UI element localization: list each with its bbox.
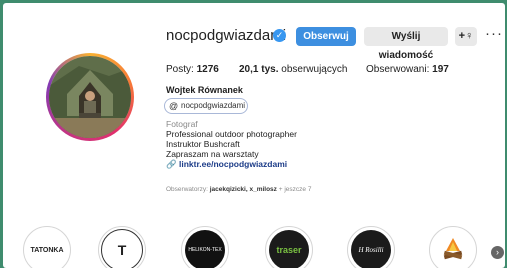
highlight-helikon-tex[interactable]: HELIKON-TEX	[181, 226, 229, 268]
bio-link[interactable]: 🔗 linktr.ee/nocpodgwiazdami	[166, 159, 287, 170]
username: nocpodgwiazdami	[166, 27, 287, 44]
link-icon: 🔗	[166, 159, 177, 169]
threads-icon: @	[169, 101, 179, 111]
bio-line: Instruktor Bushcraft	[166, 139, 240, 149]
profile-category: Fotograf	[166, 119, 198, 129]
profile-full-name: Wojtek Równanek	[166, 85, 243, 95]
profile-avatar-ring[interactable]	[46, 53, 134, 141]
highlight-tatonka[interactable]: TATONKA	[23, 226, 71, 268]
threads-badge[interactable]: @ nocpodgwiazdami	[164, 98, 248, 114]
bio-line: Professional outdoor photographer	[166, 129, 297, 139]
highlight-label: TATONKA	[30, 246, 64, 254]
highlight-campfire[interactable]: campfire	[429, 226, 477, 268]
more-options-icon[interactable]: ···	[485, 25, 503, 42]
verified-badge-icon: ✓	[273, 29, 286, 42]
send-message-button[interactable]: Wyślij wiadomość	[364, 27, 448, 61]
posts-count: Posty: 1276	[166, 64, 219, 75]
highlight-traser[interactable]: traser	[265, 226, 313, 268]
highlight-brand-t[interactable]: T	[98, 226, 146, 268]
following-count[interactable]: Obserwowani: 197	[366, 64, 449, 75]
highlight-label: T	[117, 242, 127, 258]
followers-count[interactable]: 20,1 tys. obserwujących	[239, 64, 347, 75]
highlight-rosilli[interactable]: H Rosilli	[347, 226, 395, 268]
highlight-label: traser	[276, 245, 302, 255]
avatar[interactable]	[49, 56, 131, 138]
highlight-label: H Rosilli	[358, 246, 384, 254]
threads-handle: nocpodgwiazdami	[181, 101, 246, 110]
add-user-icon[interactable]: +♀	[455, 27, 477, 46]
bio-line: Zapraszam na warsztaty	[166, 149, 259, 159]
followed-by[interactable]: Obserwatorzy: jacekqizicki, x_milosz + j…	[166, 186, 311, 193]
campfire-icon	[443, 238, 463, 260]
highlight-label: HELIKON-TEX	[188, 247, 222, 253]
profile-card: nocpodgwiazdami ✓ Obserwuj Wyślij wiadom…	[3, 3, 505, 268]
chevron-right-icon[interactable]: ›	[491, 246, 504, 259]
follow-button[interactable]: Obserwuj	[296, 27, 356, 46]
